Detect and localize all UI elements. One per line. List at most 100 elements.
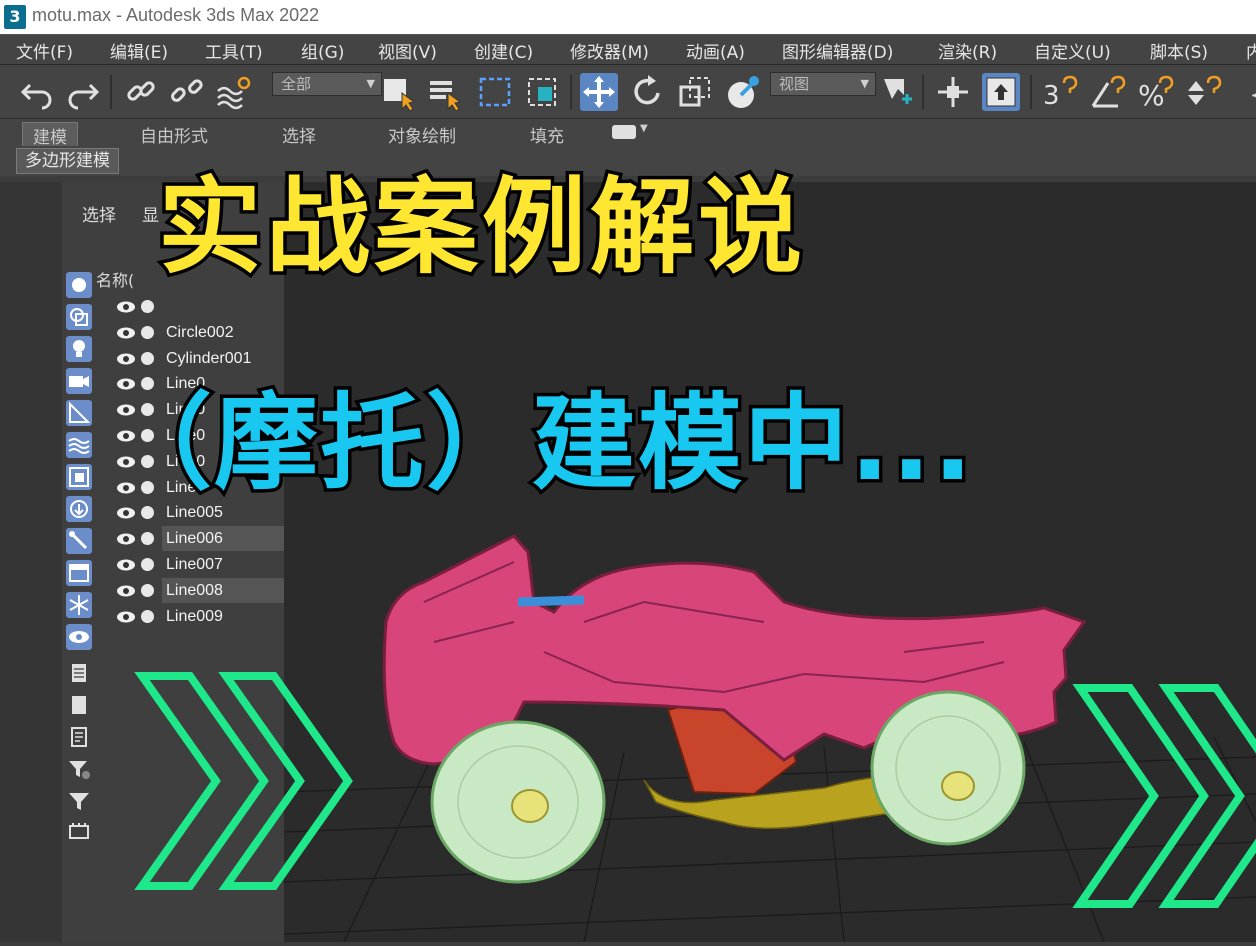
display-shapes-icon[interactable] <box>66 304 92 330</box>
scene-object-row[interactable]: Circle002 <box>110 320 282 346</box>
select-manipulate-icon[interactable] <box>934 73 972 111</box>
unlink-icon[interactable] <box>168 73 206 111</box>
visibility-eye-icon[interactable] <box>116 530 136 548</box>
menu-create[interactable]: 创建(C) <box>474 38 533 63</box>
display-spacewarps-icon[interactable] <box>66 432 92 458</box>
scale-icon[interactable] <box>676 73 714 111</box>
menu-tools[interactable]: 工具(T) <box>205 38 263 63</box>
visibility-eye-icon[interactable] <box>116 608 136 626</box>
menu-customize[interactable]: 自定义(U) <box>1034 38 1111 63</box>
scene-object-name[interactable]: Circle002 <box>162 320 284 345</box>
menu-view[interactable]: 视图(V) <box>378 38 437 63</box>
motorcycle-handle <box>517 595 585 607</box>
scene-object-name[interactable] <box>162 294 284 319</box>
invert-display-icon[interactable] <box>66 724 92 750</box>
named-selection-brace-icon[interactable]: { <box>1236 73 1256 111</box>
overlay-subtitle: （摩托）建模中... <box>105 379 977 508</box>
visibility-eye-icon[interactable] <box>116 582 136 600</box>
select-by-name-icon[interactable] <box>426 73 464 112</box>
scene-tab-select[interactable]: 选择 <box>82 201 116 226</box>
filter-settings-icon[interactable] <box>66 756 92 782</box>
scene-tab-display[interactable]: 显 <box>142 201 159 226</box>
display-xrefs-icon[interactable] <box>66 496 92 522</box>
reference-coord-dropdown[interactable]: 视图 ▼ <box>770 72 876 96</box>
scene-object-row[interactable]: Line006 <box>110 526 284 552</box>
selection-filter-value: 全部 <box>281 75 312 93</box>
ribbon-panel-polygon-modeling[interactable]: 多边形建模 <box>16 148 119 174</box>
chevron-down-icon: ▼ <box>366 77 375 90</box>
display-lights-icon[interactable] <box>66 336 92 362</box>
visibility-eye-icon[interactable] <box>116 556 136 574</box>
column-header-name[interactable]: 名称( <box>96 267 134 291</box>
bind-space-warp-icon[interactable] <box>214 73 252 111</box>
toolbar-separator <box>922 75 924 109</box>
filter-icon[interactable] <box>66 788 92 814</box>
display-helpers-icon[interactable] <box>66 400 92 426</box>
app-icon: 3 <box>4 5 26 29</box>
move-icon[interactable] <box>580 73 618 111</box>
window-title: motu.max - Autodesk 3ds Max 2022 <box>32 5 320 25</box>
menu-file[interactable]: 文件(F) <box>16 38 73 63</box>
menu-modifiers[interactable]: 修改器(M) <box>570 38 649 63</box>
spinner-snap-icon[interactable] <box>1184 73 1222 111</box>
display-hidden-icon[interactable] <box>66 624 92 650</box>
angle-snap-icon[interactable] <box>1088 73 1126 111</box>
keyboard-shortcut-override-icon[interactable] <box>982 73 1020 111</box>
select-place-icon[interactable] <box>724 73 762 111</box>
undo-icon[interactable] <box>18 73 56 111</box>
rect-region-icon[interactable] <box>476 73 514 111</box>
rotate-icon[interactable] <box>628 73 666 111</box>
scene-object-name[interactable]: Line009 <box>162 604 284 629</box>
chevron-down-icon: ▼ <box>860 77 869 90</box>
menu-animation[interactable]: 动画(A) <box>686 38 745 63</box>
chevron-down-icon[interactable]: ▼ <box>640 123 648 134</box>
display-frozen-icon[interactable] <box>66 592 92 618</box>
display-containers-icon[interactable] <box>66 560 92 586</box>
select-object-icon[interactable] <box>380 73 418 112</box>
reference-coord-value: 视图 <box>779 75 810 93</box>
link-icon[interactable] <box>122 73 160 111</box>
layer-explorer-icon[interactable] <box>66 818 92 844</box>
percent-snap-icon[interactable]: % <box>1136 73 1174 112</box>
redo-icon[interactable] <box>64 73 102 111</box>
display-none-icon[interactable] <box>66 692 92 718</box>
ribbon-options-icon[interactable] <box>612 125 636 139</box>
render-toggle-icon[interactable] <box>141 558 154 571</box>
render-toggle-icon[interactable] <box>141 300 154 313</box>
render-toggle-icon[interactable] <box>141 609 154 623</box>
scene-object-name[interactable]: Line008 <box>162 577 284 603</box>
scene-object-name[interactable]: Line007 <box>162 552 284 577</box>
display-all-icon[interactable] <box>66 660 92 686</box>
visibility-eye-icon[interactable] <box>116 324 136 342</box>
display-groups-icon[interactable] <box>66 464 92 490</box>
scene-object-row[interactable]: Line009 <box>110 604 282 630</box>
scene-object-name[interactable]: Line006 <box>162 526 284 552</box>
tab-modeling[interactable]: 建模 <box>22 122 78 149</box>
render-toggle-icon[interactable] <box>141 325 154 339</box>
use-pivot-center-icon[interactable] <box>878 73 916 111</box>
svg-text:%: % <box>1138 79 1165 111</box>
menu-bar: 文件(F) 编辑(E) 工具(T) 组(G) 视图(V) 创建(C) 修改器(M… <box>0 34 1256 64</box>
display-cameras-icon[interactable] <box>66 368 92 394</box>
snap-icon[interactable]: 3 <box>1040 73 1078 111</box>
visibility-eye-icon[interactable] <box>116 298 136 316</box>
overlay-title: 实战案例解说 <box>154 163 807 292</box>
menu-graph-editors[interactable]: 图形编辑器(D) <box>782 38 893 63</box>
scene-object-row[interactable]: Line007 <box>110 552 282 578</box>
scene-object-row[interactable] <box>110 294 282 320</box>
menu-group[interactable]: 组(G) <box>301 38 344 63</box>
display-bones-icon[interactable] <box>66 528 92 554</box>
display-geometry-icon[interactable] <box>66 272 92 298</box>
render-toggle-icon[interactable] <box>141 583 154 597</box>
command-strip <box>0 182 62 942</box>
title-bar: 3 motu.max - Autodesk 3ds Max 2022 <box>0 0 1256 34</box>
toolbar-separator <box>570 75 572 109</box>
menu-scripting[interactable]: 脚本(S) <box>1150 38 1208 63</box>
menu-edit[interactable]: 编辑(E) <box>110 38 168 63</box>
selection-filter-dropdown[interactable]: 全部 ▼ <box>272 72 382 96</box>
scene-object-row[interactable]: Line008 <box>110 577 284 604</box>
render-toggle-icon[interactable] <box>141 532 154 546</box>
window-crossing-icon[interactable] <box>524 73 562 111</box>
menu-more[interactable]: 内 <box>1246 38 1256 63</box>
menu-rendering[interactable]: 渲染(R) <box>938 38 997 63</box>
